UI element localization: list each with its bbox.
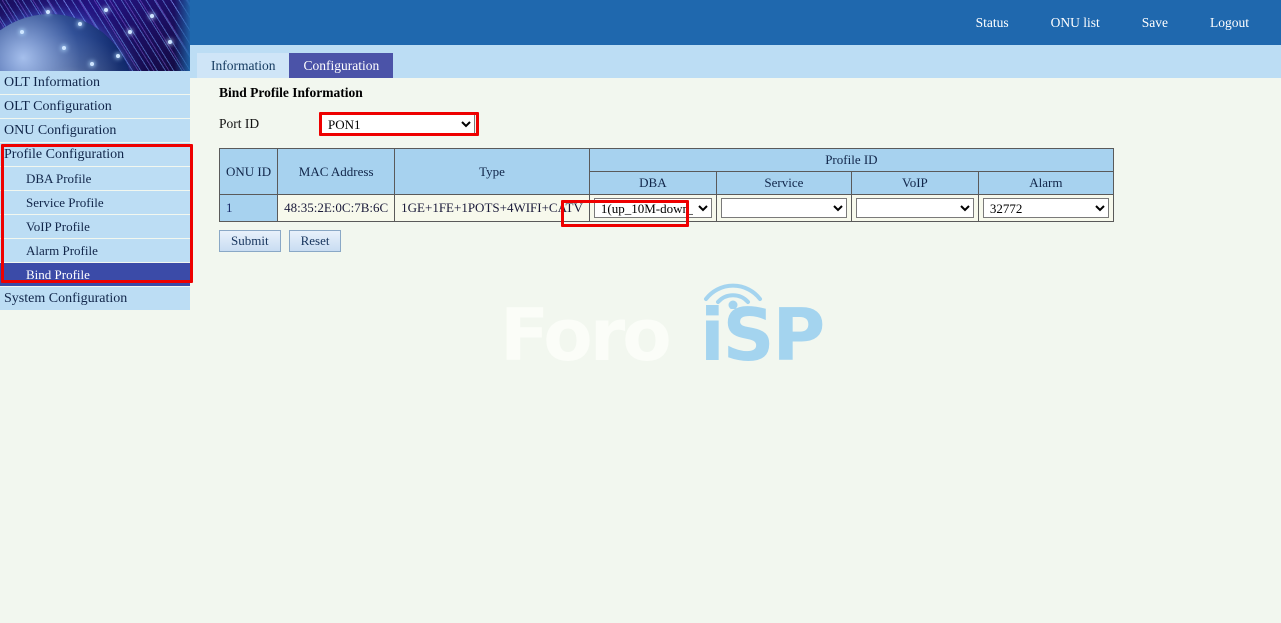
col-voip: VoIP bbox=[851, 172, 978, 195]
banner-speck bbox=[46, 10, 50, 14]
tab-information[interactable]: Information bbox=[197, 53, 289, 78]
cell-mac-address: 48:35:2E:0C:7B:6C bbox=[278, 195, 395, 222]
reset-button[interactable]: Reset bbox=[289, 230, 342, 252]
banner-speck bbox=[150, 14, 154, 18]
col-type: Type bbox=[395, 149, 590, 195]
cell-voip bbox=[851, 195, 978, 222]
tab-strip: Information Configuration bbox=[190, 45, 1281, 78]
watermark-text-foro: Foro bbox=[500, 293, 669, 377]
sidebar-item-voip-profile[interactable]: VoIP Profile bbox=[0, 215, 192, 238]
voip-profile-select[interactable] bbox=[856, 198, 974, 218]
col-alarm: Alarm bbox=[978, 172, 1113, 195]
submit-button[interactable]: Submit bbox=[219, 230, 281, 252]
cell-service bbox=[716, 195, 851, 222]
nav-status[interactable]: Status bbox=[962, 11, 1023, 35]
sidebar-item-onu-configuration[interactable]: ONU Configuration bbox=[0, 119, 192, 142]
col-profile-id: Profile ID bbox=[589, 149, 1113, 172]
bind-profile-table: ONU ID MAC Address Type Profile ID DBA S… bbox=[219, 148, 1114, 222]
sidebar-item-system-configuration[interactable]: System Configuration bbox=[0, 287, 192, 310]
foroisp-watermark: Foro iSP bbox=[500, 263, 790, 373]
cell-dba: 1(up_10M-down_10 bbox=[589, 195, 716, 222]
alarm-profile-select[interactable]: 32772 bbox=[983, 198, 1109, 218]
globe-fiber-banner bbox=[0, 0, 190, 71]
sidebar-item-olt-configuration[interactable]: OLT Configuration bbox=[0, 95, 192, 118]
dba-profile-select[interactable]: 1(up_10M-down_10 bbox=[594, 198, 712, 218]
main-content: Foro iSP Bind Profile Information Port I… bbox=[190, 78, 1281, 623]
top-navigation: Status ONU list Save Logout bbox=[948, 0, 1263, 45]
banner-edge-fade bbox=[174, 0, 190, 71]
nav-logout[interactable]: Logout bbox=[1196, 11, 1263, 35]
sidebar-item-service-profile[interactable]: Service Profile bbox=[0, 191, 192, 214]
banner-speck bbox=[168, 40, 172, 44]
port-id-select[interactable]: PON1 bbox=[321, 114, 475, 134]
banner-speck bbox=[62, 46, 66, 50]
cell-type: 1GE+1FE+1POTS+4WIFI+CATV bbox=[395, 195, 590, 222]
watermark-text-isp: iSP bbox=[700, 293, 823, 377]
form-button-row: Submit Reset bbox=[219, 230, 341, 252]
banner-speck bbox=[20, 30, 24, 34]
nav-onu-list[interactable]: ONU list bbox=[1037, 11, 1114, 35]
col-service: Service bbox=[716, 172, 851, 195]
port-id-row: Port ID PON1 bbox=[219, 114, 475, 134]
banner-speck bbox=[116, 54, 120, 58]
sidebar-item-alarm-profile[interactable]: Alarm Profile bbox=[0, 239, 192, 262]
banner-speck bbox=[104, 8, 108, 12]
page-title: Bind Profile Information bbox=[219, 85, 363, 101]
tab-configuration[interactable]: Configuration bbox=[289, 53, 393, 78]
table-header-row-1: ONU ID MAC Address Type Profile ID bbox=[220, 149, 1114, 172]
cell-alarm: 32772 bbox=[978, 195, 1113, 222]
col-mac-address: MAC Address bbox=[278, 149, 395, 195]
sidebar-nav: OLT Information OLT Configuration ONU Co… bbox=[0, 71, 192, 311]
nav-save[interactable]: Save bbox=[1128, 11, 1182, 35]
banner-speck bbox=[128, 30, 132, 34]
table-row: 1 48:35:2E:0C:7B:6C 1GE+1FE+1POTS+4WIFI+… bbox=[220, 195, 1114, 222]
tab-list: Information Configuration bbox=[197, 53, 393, 78]
banner-speck bbox=[90, 62, 94, 66]
banner-speck bbox=[78, 22, 82, 26]
col-onu-id: ONU ID bbox=[220, 149, 278, 195]
col-dba: DBA bbox=[589, 172, 716, 195]
sidebar-item-bind-profile[interactable]: Bind Profile bbox=[0, 263, 192, 286]
cell-onu-id: 1 bbox=[220, 195, 278, 222]
sidebar-item-olt-information[interactable]: OLT Information bbox=[0, 71, 192, 94]
antenna-signal-icon bbox=[698, 269, 768, 309]
sidebar-item-dba-profile[interactable]: DBA Profile bbox=[0, 167, 192, 190]
sidebar-item-profile-configuration[interactable]: Profile Configuration bbox=[0, 143, 192, 166]
port-id-label: Port ID bbox=[219, 116, 319, 132]
service-profile-select[interactable] bbox=[721, 198, 847, 218]
